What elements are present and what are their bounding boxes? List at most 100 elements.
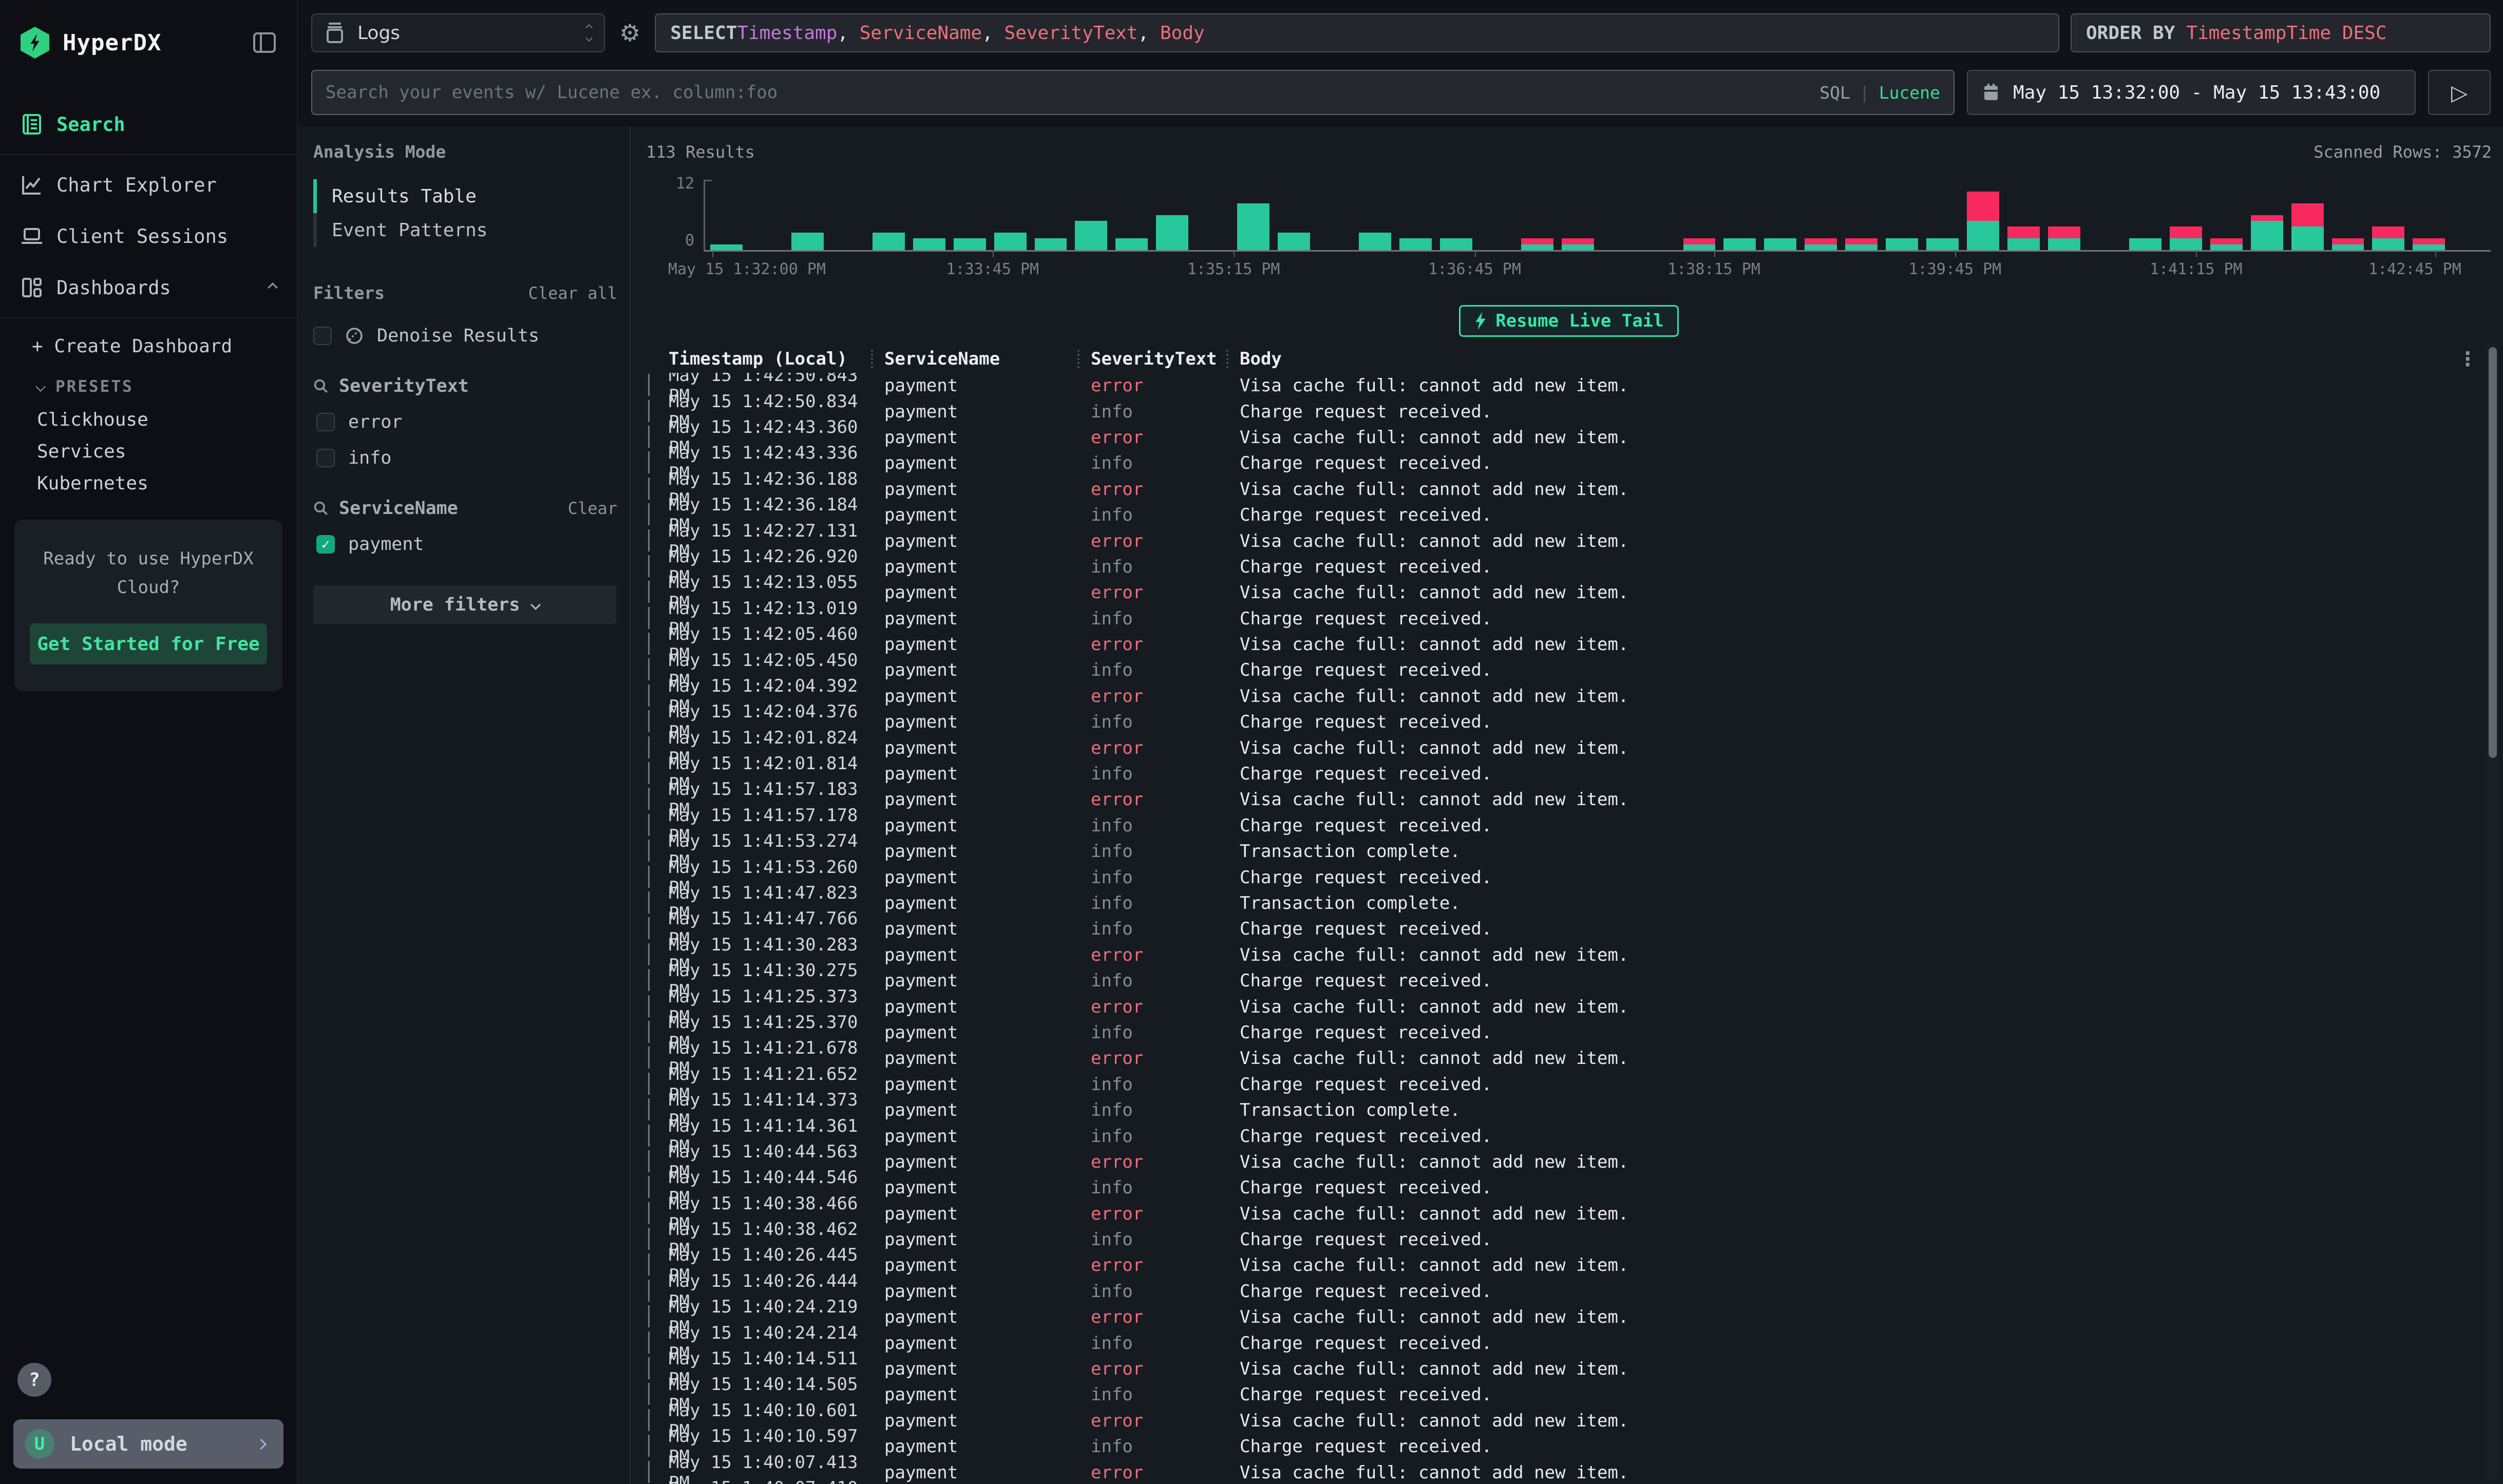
help-button[interactable]: ? bbox=[17, 1363, 51, 1397]
select-query-input[interactable]: SELECT Timestamp, ServiceName, SeverityT… bbox=[655, 13, 2059, 52]
table-row[interactable]: May 15 1:41:57.183 PMpaymenterrorVisa ca… bbox=[646, 787, 2492, 812]
sidebar-item-dashboards[interactable]: Dashboards bbox=[0, 262, 297, 313]
search-input[interactable] bbox=[326, 82, 1819, 103]
row-expander[interactable] bbox=[646, 841, 669, 862]
row-expander[interactable] bbox=[646, 1333, 669, 1354]
row-expander[interactable] bbox=[646, 531, 669, 551]
row-expander[interactable] bbox=[646, 1436, 669, 1457]
row-expander[interactable] bbox=[646, 738, 669, 758]
table-row[interactable]: May 15 1:41:14.373 PMpaymentinfoTransact… bbox=[646, 1097, 2492, 1123]
histogram-bar[interactable] bbox=[1643, 180, 1675, 250]
histogram-bar[interactable] bbox=[1399, 180, 1432, 250]
histogram-bar[interactable] bbox=[1805, 180, 1837, 250]
table-row[interactable]: May 15 1:42:43.336 PMpaymentinfoCharge r… bbox=[646, 450, 2492, 476]
table-row[interactable]: May 15 1:40:44.563 PMpaymenterrorVisa ca… bbox=[646, 1149, 2492, 1175]
histogram-bar[interactable] bbox=[1156, 180, 1188, 250]
histogram-bar[interactable] bbox=[1926, 180, 1959, 250]
row-expander[interactable] bbox=[646, 1307, 669, 1327]
checkbox-error[interactable] bbox=[316, 413, 335, 431]
row-expander[interactable] bbox=[646, 1281, 669, 1302]
row-expander[interactable] bbox=[646, 375, 669, 396]
table-row[interactable]: May 15 1:42:50.834 PMpaymentinfoCharge r… bbox=[646, 398, 2492, 424]
row-expander[interactable] bbox=[646, 997, 669, 1017]
table-row[interactable]: May 15 1:42:27.131 PMpaymenterrorVisa ca… bbox=[646, 528, 2492, 554]
table-row[interactable]: May 15 1:41:25.370 PMpaymentinfoCharge r… bbox=[646, 1020, 2492, 1045]
row-expander[interactable] bbox=[646, 1462, 669, 1483]
row-expander[interactable] bbox=[646, 660, 669, 680]
row-expander[interactable] bbox=[646, 557, 669, 577]
histogram-bar[interactable] bbox=[832, 180, 864, 250]
more-filters-button[interactable]: More filters bbox=[313, 585, 616, 624]
scrollbar-track[interactable] bbox=[2487, 342, 2499, 1481]
row-expander[interactable] bbox=[646, 402, 669, 422]
filter-group-clear-link[interactable]: Clear bbox=[568, 499, 617, 518]
gear-icon[interactable]: ⚙ bbox=[616, 19, 643, 47]
histogram-bar[interactable] bbox=[1278, 180, 1310, 250]
sidebar-item-search[interactable]: Search bbox=[0, 99, 297, 150]
col-header-body[interactable]: Body bbox=[1240, 349, 2456, 369]
histogram-bar[interactable] bbox=[873, 180, 905, 250]
row-expander[interactable] bbox=[646, 582, 669, 603]
presets-toggle[interactable]: PRESETS bbox=[0, 370, 297, 404]
table-row[interactable]: May 15 1:40:26.444 PMpaymentinfoCharge r… bbox=[646, 1279, 2492, 1304]
histogram-bar[interactable] bbox=[1845, 180, 1878, 250]
histogram-bar[interactable] bbox=[2453, 180, 2486, 250]
sidebar-item-chart-explorer[interactable]: Chart Explorer bbox=[0, 159, 297, 211]
clear-all-link[interactable]: Clear all bbox=[528, 283, 617, 303]
row-expander[interactable] bbox=[646, 427, 669, 448]
preset-item-services[interactable]: Services bbox=[0, 435, 297, 467]
histogram-bar[interactable] bbox=[1723, 180, 1756, 250]
table-row[interactable]: May 15 1:41:30.275 PMpaymentinfoCharge r… bbox=[646, 968, 2492, 994]
histogram-bar[interactable] bbox=[954, 180, 986, 250]
table-row[interactable]: May 15 1:42:36.184 PMpaymentinfoCharge r… bbox=[646, 502, 2492, 528]
histogram-bar[interactable] bbox=[1197, 180, 1229, 250]
col-header-severitytext[interactable]: SeverityText bbox=[1091, 349, 1240, 369]
filter-option-error[interactable]: error bbox=[316, 412, 621, 432]
histogram-plot[interactable]: May 15 1:32:00 PM1:33:45 PM1:35:15 PM1:3… bbox=[704, 180, 2491, 252]
histogram-bar[interactable] bbox=[2210, 180, 2243, 250]
scrollbar-thumb[interactable] bbox=[2489, 347, 2497, 758]
histogram-bar[interactable] bbox=[1318, 180, 1351, 250]
mode-tab-results-table[interactable]: Results Table bbox=[313, 179, 621, 213]
row-expander[interactable] bbox=[646, 453, 669, 473]
sidebar-collapse-icon[interactable] bbox=[253, 32, 276, 53]
row-expander[interactable] bbox=[646, 479, 669, 500]
row-expander[interactable] bbox=[646, 971, 669, 991]
histogram-bar[interactable] bbox=[2170, 180, 2202, 250]
row-expander[interactable] bbox=[646, 1152, 669, 1172]
row-expander[interactable] bbox=[646, 1204, 669, 1224]
table-row[interactable]: May 15 1:41:57.178 PMpaymentinfoCharge r… bbox=[646, 813, 2492, 839]
table-row[interactable]: May 15 1:42:04.392 PMpaymenterrorVisa ca… bbox=[646, 683, 2492, 709]
table-row[interactable]: May 15 1:42:05.460 PMpaymenterrorVisa ca… bbox=[646, 632, 2492, 657]
table-row[interactable]: May 15 1:42:04.376 PMpaymentinfoCharge r… bbox=[646, 709, 2492, 735]
preset-item-clickhouse[interactable]: Clickhouse bbox=[0, 404, 297, 435]
date-range-picker[interactable]: May 15 13:32:00 - May 15 13:43:00 bbox=[1967, 70, 2416, 115]
histogram-bar[interactable] bbox=[1075, 180, 1107, 250]
table-row[interactable]: May 15 1:42:50.843 PMpaymenterrorVisa ca… bbox=[646, 373, 2492, 398]
order-by-input[interactable]: ORDER BY TimestampTime DESC bbox=[2071, 13, 2491, 52]
checkbox-payment[interactable]: ✓ bbox=[316, 535, 335, 554]
table-row[interactable]: May 15 1:40:10.601 PMpaymenterrorVisa ca… bbox=[646, 1408, 2492, 1434]
table-row[interactable]: May 15 1:40:14.511 PMpaymenterrorVisa ca… bbox=[646, 1356, 2492, 1382]
row-expander[interactable] bbox=[646, 1384, 669, 1405]
table-row[interactable]: May 15 1:42:13.055 PMpaymenterrorVisa ca… bbox=[646, 580, 2492, 605]
table-row[interactable]: May 15 1:41:53.274 PMpaymentinfoTransact… bbox=[646, 839, 2492, 864]
user-mode-button[interactable]: U Local mode bbox=[13, 1419, 283, 1469]
histogram-bar[interactable] bbox=[2089, 180, 2121, 250]
histogram-bar[interactable] bbox=[1562, 180, 1594, 250]
row-expander[interactable] bbox=[646, 1411, 669, 1431]
resume-live-tail-button[interactable]: Resume Live Tail bbox=[1459, 305, 1679, 337]
histogram-bar[interactable] bbox=[1602, 180, 1635, 250]
row-expander[interactable] bbox=[646, 867, 669, 888]
row-expander[interactable] bbox=[646, 1359, 669, 1379]
row-expander[interactable] bbox=[646, 1074, 669, 1095]
row-expander[interactable] bbox=[646, 945, 669, 965]
histogram-bar[interactable] bbox=[1764, 180, 1796, 250]
histogram-bar[interactable] bbox=[1359, 180, 1391, 250]
table-row[interactable]: May 15 1:40:38.462 PMpaymentinfoCharge r… bbox=[646, 1227, 2492, 1252]
histogram-bar[interactable] bbox=[1115, 180, 1148, 250]
row-expander[interactable] bbox=[646, 634, 669, 655]
denoise-checkbox-row[interactable]: Denoise Results bbox=[313, 326, 621, 346]
lang-lucene-option[interactable]: Lucene bbox=[1879, 83, 1940, 103]
filter-option-payment[interactable]: ✓payment bbox=[316, 534, 621, 555]
